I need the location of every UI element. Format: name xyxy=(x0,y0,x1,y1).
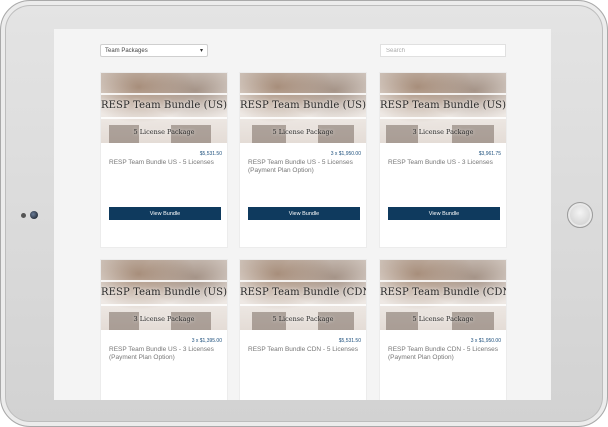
home-button[interactable] xyxy=(567,202,593,228)
product-card: RESP Team Bundle (CDN) 5 License Package… xyxy=(379,259,507,400)
image-subtitle: 5 License Package xyxy=(272,128,334,136)
product-name[interactable]: RESP Team Bundle US - 5 Licenses xyxy=(101,157,227,207)
product-name[interactable]: RESP Team Bundle CDN - 5 Licenses xyxy=(240,344,366,394)
chevron-down-icon: ▾ xyxy=(199,48,203,54)
product-price: 3 x $1,950.00 xyxy=(330,151,361,157)
image-subtitle: 3 License Package xyxy=(133,315,195,323)
product-price: 3 x $1,395.00 xyxy=(191,338,222,344)
sensor-dot xyxy=(21,213,26,218)
product-image[interactable]: RESP Team Bundle (US) 5 License Package xyxy=(101,73,227,143)
product-card: RESP Team Bundle (US) 3 License Package … xyxy=(100,259,228,400)
product-card: RESP Team Bundle (US) 3 License Package … xyxy=(379,72,507,248)
image-title: RESP Team Bundle (CDN) xyxy=(380,287,506,298)
product-name[interactable]: RESP Team Bundle US - 5 Licenses (Paymen… xyxy=(240,157,366,207)
category-select[interactable]: Team Packages ▾ xyxy=(100,44,208,57)
product-card: RESP Team Bundle (US) 5 License Package … xyxy=(239,72,367,248)
camera-icon xyxy=(30,211,38,219)
image-title: RESP Team Bundle (US) xyxy=(101,287,227,298)
product-name[interactable]: RESP Team Bundle US - 3 Licenses (Paymen… xyxy=(101,344,227,394)
view-bundle-button[interactable]: View Bundle xyxy=(388,207,500,220)
product-price: $5,531.50 xyxy=(199,151,222,157)
screen: Team Packages ▾ RESP Team Bundle (US) 5 … xyxy=(54,29,551,400)
product-name[interactable]: RESP Team Bundle US - 3 Licenses xyxy=(380,157,506,207)
image-subtitle: 3 License Package xyxy=(412,128,474,136)
image-subtitle: 5 License Package xyxy=(412,315,474,323)
view-bundle-button[interactable]: View Bundle xyxy=(248,207,360,220)
tablet-frame: Team Packages ▾ RESP Team Bundle (US) 5 … xyxy=(0,0,608,427)
product-card: RESP Team Bundle (CDN) 5 License Package… xyxy=(239,259,367,400)
product-name[interactable]: RESP Team Bundle CDN - 5 Licenses (Payme… xyxy=(380,344,506,394)
product-image[interactable]: RESP Team Bundle (CDN) 5 License Package xyxy=(380,260,506,330)
image-title: RESP Team Bundle (US) xyxy=(380,100,506,111)
image-title: RESP Team Bundle (CDN) xyxy=(240,287,366,298)
image-subtitle: 5 License Package xyxy=(133,128,195,136)
product-price: $3,961.75 xyxy=(478,151,501,157)
product-price: $5,531.50 xyxy=(338,338,361,344)
view-bundle-button[interactable]: View Bundle xyxy=(109,207,221,220)
product-image[interactable]: RESP Team Bundle (US) 3 License Package xyxy=(101,260,227,330)
product-image[interactable]: RESP Team Bundle (US) 5 License Package xyxy=(240,73,366,143)
product-image[interactable]: RESP Team Bundle (CDN) 5 License Package xyxy=(240,260,366,330)
image-title: RESP Team Bundle (US) xyxy=(101,100,227,111)
image-title: RESP Team Bundle (US) xyxy=(240,100,366,111)
category-select-value: Team Packages xyxy=(105,48,148,54)
search-input[interactable] xyxy=(380,44,506,57)
product-price: 3 x $1,950.00 xyxy=(470,338,501,344)
product-card: RESP Team Bundle (US) 5 License Package … xyxy=(100,72,228,248)
product-image[interactable]: RESP Team Bundle (US) 3 License Package xyxy=(380,73,506,143)
image-subtitle: 5 License Package xyxy=(272,315,334,323)
